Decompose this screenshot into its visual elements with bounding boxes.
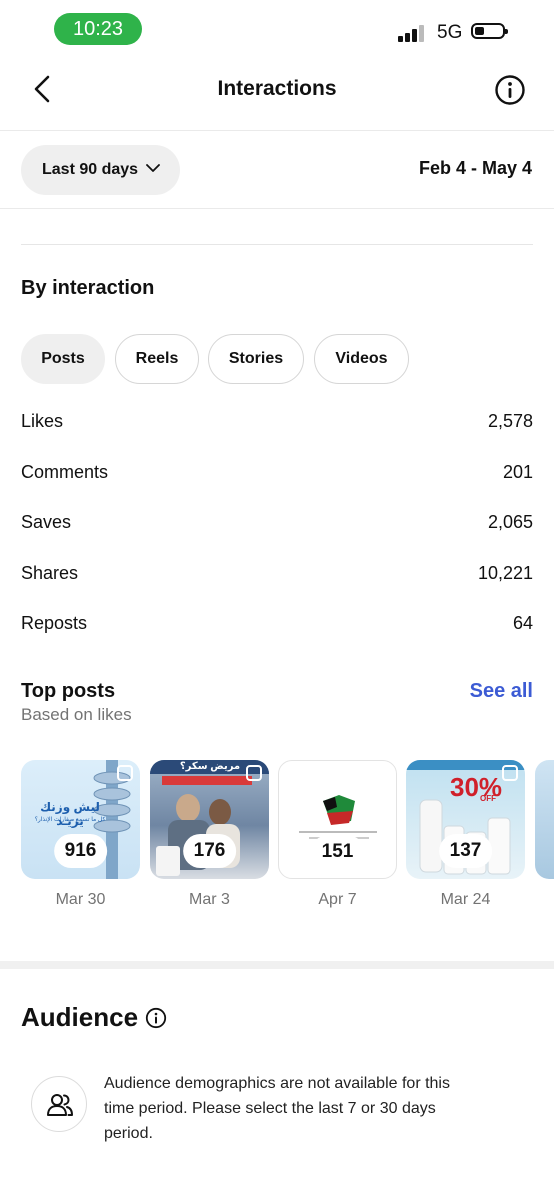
top-post-thumbnail[interactable]: 151 [278, 760, 397, 879]
top-posts-subtitle: Based on likes [21, 705, 132, 724]
metric-label: Shares [21, 563, 79, 583]
metric-row-saves: Saves 2,065 [21, 512, 533, 542]
metric-value: 2,065 [487, 512, 533, 532]
info-icon [495, 75, 525, 105]
metric-value: 201 [502, 462, 533, 482]
range-dropdown[interactable]: Last 90 days [21, 145, 180, 195]
network-type: 5G [437, 22, 463, 43]
status-time[interactable]: 10:23 [54, 13, 142, 45]
audience-info-button[interactable] [145, 1007, 167, 1029]
tab-posts[interactable]: Posts [21, 334, 105, 384]
battery-icon [471, 23, 508, 39]
metric-row-shares: Shares 10,221 [21, 563, 533, 593]
section-separator [0, 961, 554, 969]
post-date: Mar 3 [189, 891, 230, 908]
metric-value: 64 [512, 613, 533, 633]
top-post-thumbnail[interactable]: 30% OFF 137 [406, 760, 525, 879]
metric-row-comments: Comments 201 [21, 462, 533, 492]
post-like-count: 151 [310, 835, 365, 869]
metric-label: Likes [21, 411, 64, 431]
info-icon [145, 1007, 167, 1029]
info-button[interactable] [494, 74, 526, 106]
people-icon [47, 1094, 73, 1116]
range-dropdown-label: Last 90 days [42, 161, 139, 178]
chevron-down-icon [146, 164, 160, 172]
top-post-thumbnail-partial[interactable] [535, 760, 554, 879]
audience-unavailable-message: Audience demographics are not available … [104, 1075, 450, 1142]
post-date: Mar 24 [440, 891, 491, 908]
post-overlay-subtext: OFF [480, 794, 496, 803]
post-like-count: 916 [53, 834, 108, 868]
post-date: Mar 30 [55, 891, 106, 908]
metric-value: 10,221 [477, 563, 533, 583]
post-overlay-text: ليش وزنك يزيـد [40, 800, 100, 828]
section-title-top-posts: Top posts [21, 680, 116, 702]
metric-label: Saves [21, 512, 72, 532]
cellular-signal-icon [398, 24, 428, 42]
metric-label: Reposts [21, 613, 88, 633]
header: Interactions [0, 60, 554, 131]
audience-icon-circle [31, 1076, 87, 1132]
section-title-audience: Audience [21, 1002, 139, 1032]
tab-stories[interactable]: Stories [208, 334, 304, 384]
divider [21, 244, 533, 245]
page-title: Interactions [217, 77, 337, 100]
top-post-thumbnail[interactable]: مريض سكر؟ 176 [150, 760, 269, 879]
tab-videos[interactable]: Videos [314, 334, 409, 384]
metric-row-reposts: Reposts 64 [21, 613, 533, 643]
date-range-text: Feb 4 - May 4 [418, 158, 532, 178]
post-date: Apr 7 [318, 891, 357, 908]
post-like-count: 137 [438, 834, 493, 868]
metric-value: 2,578 [487, 411, 533, 431]
post-like-count: 176 [182, 834, 237, 868]
section-title-by-interaction: By interaction [21, 277, 155, 299]
metric-row-likes: Likes 2,578 [21, 411, 533, 441]
see-all-link[interactable]: See all [470, 680, 533, 703]
metric-label: Comments [21, 462, 109, 482]
status-bar: 10:23 5G [0, 0, 554, 60]
post-overlay-subtext: كل ما تسمع صفارات الإنذار؟ [34, 817, 106, 823]
tab-reels[interactable]: Reels [115, 334, 199, 384]
date-range-row: Last 90 days Feb 4 - May 4 [0, 131, 554, 209]
top-post-thumbnail[interactable]: ليش وزنك يزيـد كل ما تسمع صفارات الإنذار… [21, 760, 140, 879]
post-overlay-text: مريض سكر؟ [179, 761, 241, 772]
